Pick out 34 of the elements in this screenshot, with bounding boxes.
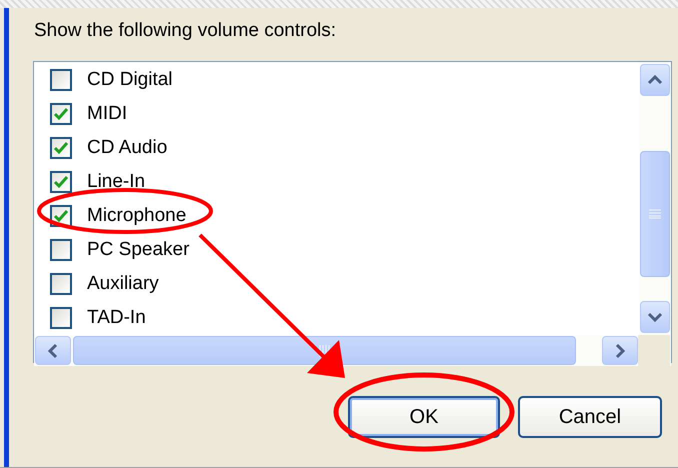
control-label: PC Speaker [87, 239, 190, 261]
scroll-right-button[interactable] [602, 336, 638, 365]
scroll-left-button[interactable] [35, 336, 71, 365]
cancel-button[interactable]: Cancel [518, 396, 662, 438]
check-icon [53, 208, 69, 224]
check-icon [53, 140, 69, 156]
checkbox[interactable] [50, 171, 72, 193]
control-label: Auxiliary [87, 273, 159, 295]
control-label: Microphone [87, 205, 186, 227]
control-label: Line-In [87, 171, 146, 193]
checkbox[interactable] [50, 137, 72, 159]
checkbox[interactable] [50, 103, 72, 125]
checkbox[interactable] [50, 239, 72, 261]
horizontal-scrollbar[interactable] [34, 335, 671, 366]
checkbox[interactable] [50, 273, 72, 295]
control-label: TAD-In [87, 307, 146, 329]
check-icon [53, 106, 69, 122]
control-label: CD Digital [87, 69, 173, 91]
checkbox[interactable] [50, 69, 72, 91]
scroll-up-button[interactable] [640, 64, 670, 96]
scroll-down-button[interactable] [640, 301, 670, 333]
checkbox[interactable] [50, 307, 72, 329]
caret-down-icon [647, 312, 663, 322]
check-icon [53, 174, 69, 190]
control-label: CD Audio [87, 137, 168, 159]
caret-right-icon [615, 342, 625, 358]
scroll-thumb[interactable] [640, 150, 670, 276]
caret-up-icon [647, 75, 663, 85]
ok-button[interactable]: OK [348, 396, 500, 438]
vertical-scrollbar[interactable] [639, 62, 671, 335]
scrollbar-corner [638, 335, 670, 366]
control-label: MIDI [87, 103, 128, 125]
section-label: Show the following volume controls: [34, 19, 338, 43]
caret-left-icon [48, 342, 58, 358]
